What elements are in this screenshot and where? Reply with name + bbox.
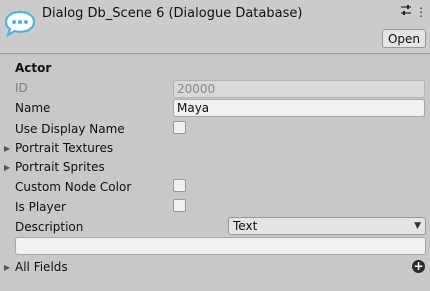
- chevron-down-icon: ▼: [414, 221, 421, 231]
- portrait-textures-label: Portrait Textures: [15, 141, 114, 155]
- custom-node-color-label: Custom Node Color: [15, 180, 132, 194]
- section-title-actor: Actor: [15, 61, 52, 75]
- all-fields-label: All Fields: [15, 260, 68, 274]
- description-label: Description: [15, 220, 84, 234]
- portrait-textures-foldout[interactable]: ▶ Portrait Textures: [4, 141, 113, 155]
- name-label: Name: [15, 101, 51, 115]
- id-label: ID: [15, 81, 28, 95]
- dialogue-database-icon: [4, 10, 36, 38]
- description-type-dropdown[interactable]: Text ▼: [228, 217, 426, 235]
- is-player-label: Is Player: [15, 200, 66, 214]
- inspector-title: Dialog Db_Scene 6 (Dialogue Database): [42, 6, 303, 21]
- use-display-name-label: Use Display Name: [15, 122, 125, 136]
- open-button[interactable]: Open: [382, 29, 426, 48]
- more-options-icon[interactable]: ⋮: [414, 4, 428, 20]
- description-field[interactable]: [15, 237, 426, 255]
- portrait-sprites-foldout[interactable]: ▶ Portrait Sprites: [4, 160, 105, 174]
- id-field: 20000: [173, 80, 425, 98]
- custom-node-color-checkbox[interactable]: [173, 179, 186, 192]
- name-field[interactable]: Maya: [173, 99, 425, 117]
- foldout-arrow-icon: ▶: [4, 163, 11, 172]
- add-field-icon[interactable]: +: [412, 260, 425, 273]
- use-display-name-checkbox[interactable]: [173, 121, 186, 134]
- foldout-arrow-icon: ▶: [4, 144, 11, 153]
- foldout-arrow-icon: ▶: [4, 263, 11, 272]
- portrait-sprites-label: Portrait Sprites: [15, 160, 105, 174]
- settings-sliders-icon[interactable]: [399, 4, 413, 20]
- description-type-value: Text: [233, 219, 258, 233]
- all-fields-foldout[interactable]: ▶ All Fields: [4, 260, 68, 274]
- inspector-header: Dialog Db_Scene 6 (Dialogue Database) ⋮ …: [0, 0, 430, 54]
- is-player-checkbox[interactable]: [173, 199, 186, 212]
